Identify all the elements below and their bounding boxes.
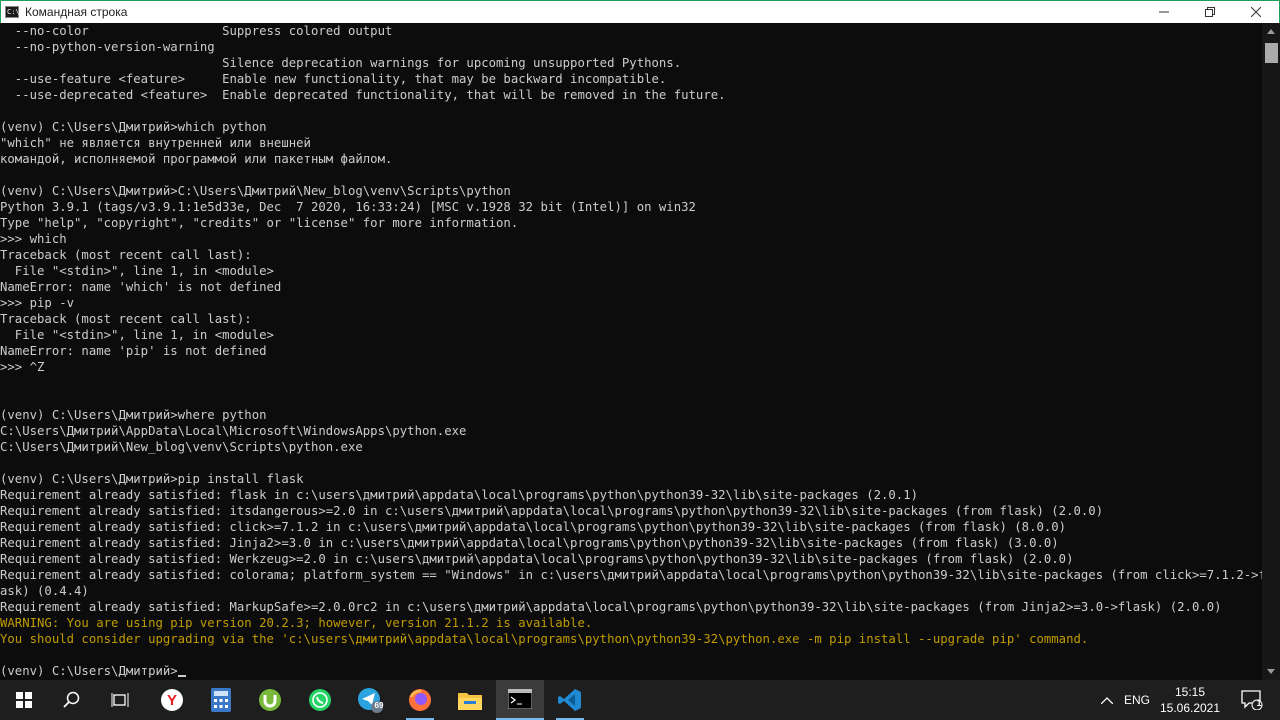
whatsapp-button[interactable] xyxy=(296,680,344,720)
terminal-line: Traceback (most recent call last): xyxy=(0,248,252,262)
terminal-line: C:\Users\Дмитрий\AppData\Local\Microsoft… xyxy=(0,424,467,438)
terminal-line: Traceback (most recent call last): xyxy=(0,312,252,326)
window-titlebar[interactable]: C:\ Командная строка xyxy=(0,0,1280,23)
terminal-line: --use-feature <feature> Enable new funct… xyxy=(0,72,667,86)
firefox-button[interactable] xyxy=(396,680,444,720)
calculator-icon xyxy=(211,688,231,712)
terminal-line: (venv) C:\Users\Дмитрий>pip install flas… xyxy=(0,472,304,486)
scroll-up-button[interactable] xyxy=(1262,23,1280,40)
vscode-icon xyxy=(558,689,581,711)
svg-text:Y: Y xyxy=(167,692,177,709)
command-prompt-icon xyxy=(508,689,532,709)
terminal-line: NameError: name 'pip' is not defined xyxy=(0,344,267,358)
terminal-line: Type "help", "copyright", "credits" or "… xyxy=(0,216,519,230)
terminal-line: >>> which xyxy=(0,232,67,246)
terminal-line: Requirement already satisfied: colorama;… xyxy=(0,568,1262,582)
terminal-line: командой, исполняемой программой или пак… xyxy=(0,152,393,166)
yandex-browser-icon: Y xyxy=(161,689,183,711)
task-view-button[interactable] xyxy=(96,680,144,720)
telegram-button[interactable]: 69 xyxy=(346,680,394,720)
minimize-icon xyxy=(1159,11,1169,13)
command-prompt-app-icon: C:\ xyxy=(5,6,20,18)
search-button[interactable] xyxy=(48,680,96,720)
terminal-line: >>> ^Z xyxy=(0,360,45,374)
terminal-line: Python 3.9.1 (tags/v3.9.1:1e5d33e, Dec 7… xyxy=(0,200,696,214)
terminal-lines: --no-color Suppress colored output --no-… xyxy=(0,23,1262,679)
show-hidden-icons-button[interactable] xyxy=(1096,680,1118,720)
clock[interactable]: 15:15 15.06.2021 xyxy=(1150,680,1230,720)
utorrent-icon xyxy=(259,689,281,711)
terminal-line: C:\Users\Дмитрий\New_blog\venv\Scripts\p… xyxy=(0,440,363,454)
terminal-line: "which" не является внутренней или внешн… xyxy=(0,136,311,150)
notification-center-button[interactable]: 1 xyxy=(1232,680,1272,720)
search-icon xyxy=(63,691,80,708)
scroll-down-button[interactable] xyxy=(1262,663,1280,680)
terminal-line: --no-python-version-warning xyxy=(0,40,215,54)
terminal-output[interactable]: --no-color Suppress colored output --no-… xyxy=(0,23,1262,680)
windows-logo-icon xyxy=(16,692,32,708)
minimize-button[interactable] xyxy=(1141,1,1187,23)
taskbar: Y 69 ENG 15:15 15.06.2021 1 xyxy=(0,680,1280,720)
notification-count: 1 xyxy=(1256,698,1262,708)
terminal-line: Requirement already satisfied: itsdanger… xyxy=(0,504,1104,518)
maximize-button[interactable] xyxy=(1187,1,1233,23)
clock-date: 15.06.2021 xyxy=(1159,701,1221,715)
vertical-scrollbar[interactable] xyxy=(1262,23,1280,680)
arrow-up-icon xyxy=(1267,29,1275,34)
terminal-line: File "<stdin>", line 1, in <module> xyxy=(0,264,274,278)
arrow-down-icon xyxy=(1267,669,1275,674)
restore-icon xyxy=(1205,7,1215,17)
task-view-icon xyxy=(111,693,129,707)
terminal-line: (venv) C:\Users\Дмитрий> xyxy=(0,663,1262,679)
text-cursor xyxy=(177,675,186,677)
terminal-line: WARNING: You are using pip version 20.2.… xyxy=(0,616,593,630)
terminal-line: You should consider upgrading via the 'c… xyxy=(0,632,1089,646)
window-controls xyxy=(1141,1,1279,23)
terminal-line: (venv) C:\Users\Дмитрий>where python xyxy=(0,408,267,422)
vscode-button[interactable] xyxy=(546,680,594,720)
utorrent-button[interactable] xyxy=(246,680,294,720)
terminal-line: Silence deprecation warnings for upcomin… xyxy=(0,56,682,70)
terminal-line: (venv) C:\Users\Дмитрий>which python xyxy=(0,120,267,134)
window-title: Командная строка xyxy=(25,5,128,19)
whatsapp-icon xyxy=(309,689,331,711)
start-button[interactable] xyxy=(0,680,48,720)
terminal-line: >>> pip -v xyxy=(0,296,75,310)
chevron-up-icon xyxy=(1101,696,1113,704)
file-explorer-icon xyxy=(458,693,482,710)
terminal-line: Requirement already satisfied: Werkzeug>… xyxy=(0,552,1074,566)
terminal-line: --no-color Suppress colored output xyxy=(0,24,393,38)
clock-time: 15:15 xyxy=(1174,685,1206,699)
terminal-line: Requirement already satisfied: click>=7.… xyxy=(0,520,1067,534)
language-indicator[interactable]: ENG xyxy=(1120,680,1154,720)
file-explorer-button[interactable] xyxy=(446,680,494,720)
command-prompt-button[interactable] xyxy=(496,680,544,720)
calculator-button[interactable] xyxy=(197,680,245,720)
scrollbar-thumb[interactable] xyxy=(1265,43,1278,63)
close-button[interactable] xyxy=(1233,1,1279,23)
terminal-line: Requirement already satisfied: MarkupSaf… xyxy=(0,600,1222,614)
terminal-line: Requirement already satisfied: Jinja2>=3… xyxy=(0,536,1059,550)
terminal-line: File "<stdin>", line 1, in <module> xyxy=(0,328,274,342)
terminal-line: --use-deprecated <feature> Enable deprec… xyxy=(0,88,726,102)
terminal-line: ask) (0.4.4) xyxy=(0,584,89,598)
terminal-line: NameError: name 'which' is not defined xyxy=(0,280,282,294)
terminal-line: (venv) C:\Users\Дмитрий>C:\Users\Дмитрий… xyxy=(0,184,511,198)
yandex-browser-button[interactable]: Y xyxy=(148,680,196,720)
terminal-line: Requirement already satisfied: flask in … xyxy=(0,488,919,502)
close-icon xyxy=(1251,7,1261,17)
telegram-unread-badge: 69 xyxy=(374,701,384,710)
firefox-icon xyxy=(409,689,431,711)
